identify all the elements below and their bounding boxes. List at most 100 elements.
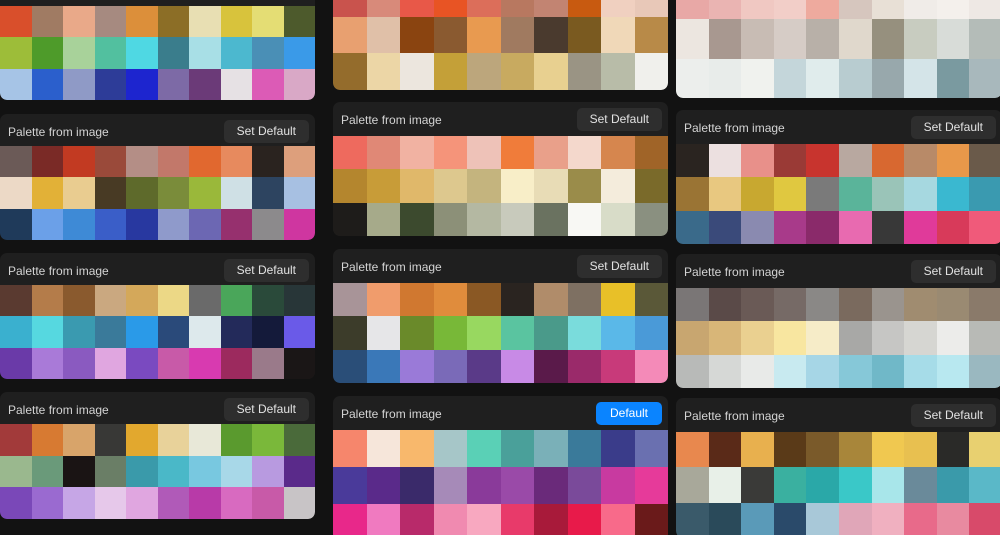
color-swatch[interactable]	[126, 68, 158, 100]
color-swatch[interactable]	[366, 202, 400, 236]
color-swatch[interactable]	[806, 321, 839, 355]
default-button[interactable]: Default	[596, 402, 662, 425]
color-swatch[interactable]	[63, 146, 95, 178]
color-swatch[interactable]	[467, 504, 501, 535]
color-swatch[interactable]	[433, 169, 467, 203]
color-swatch[interactable]	[94, 68, 126, 100]
color-swatch[interactable]	[676, 354, 709, 388]
color-swatch[interactable]	[806, 144, 839, 178]
color-swatch[interactable]	[467, 16, 501, 54]
color-swatch[interactable]	[31, 455, 63, 488]
color-swatch[interactable]	[31, 37, 63, 69]
color-swatch[interactable]	[500, 0, 534, 17]
color-swatch[interactable]	[400, 0, 434, 17]
color-swatch[interactable]	[433, 316, 467, 350]
color-swatch[interactable]	[741, 502, 774, 535]
color-swatch[interactable]	[936, 354, 970, 388]
color-swatch[interactable]	[676, 210, 709, 244]
color-swatch[interactable]	[708, 0, 742, 20]
color-swatch[interactable]	[94, 177, 126, 209]
color-swatch[interactable]	[634, 430, 668, 467]
color-swatch[interactable]	[838, 0, 872, 20]
color-swatch[interactable]	[252, 208, 284, 240]
color-swatch[interactable]	[467, 430, 501, 467]
color-swatch[interactable]	[904, 144, 937, 178]
color-swatch[interactable]	[634, 283, 668, 317]
color-swatch[interactable]	[400, 136, 434, 170]
color-swatch[interactable]	[567, 283, 601, 317]
color-swatch[interactable]	[838, 177, 872, 211]
color-swatch[interactable]	[94, 37, 126, 69]
color-swatch[interactable]	[126, 316, 158, 348]
color-swatch[interactable]	[94, 424, 126, 456]
color-swatch[interactable]	[871, 144, 905, 178]
color-swatch[interactable]	[534, 504, 568, 535]
color-swatch[interactable]	[969, 19, 1000, 59]
set-default-button[interactable]: Set Default	[910, 260, 996, 283]
color-swatch[interactable]	[433, 202, 467, 236]
color-swatch[interactable]	[601, 16, 635, 54]
color-swatch[interactable]	[871, 467, 905, 503]
color-swatch[interactable]	[773, 467, 807, 503]
color-swatch[interactable]	[708, 432, 742, 468]
color-swatch[interactable]	[333, 169, 367, 203]
color-swatch[interactable]	[252, 455, 284, 488]
color-swatch[interactable]	[500, 504, 534, 535]
color-swatch[interactable]	[366, 53, 400, 90]
color-swatch[interactable]	[283, 208, 315, 240]
color-swatch[interactable]	[534, 283, 568, 317]
color-swatch[interactable]	[31, 487, 63, 519]
color-swatch[interactable]	[467, 0, 501, 17]
color-swatch[interactable]	[0, 177, 32, 209]
color-swatch[interactable]	[838, 467, 872, 503]
color-swatch[interactable]	[252, 347, 284, 379]
color-swatch[interactable]	[333, 504, 367, 535]
color-swatch[interactable]	[773, 0, 807, 20]
color-swatch[interactable]	[871, 288, 905, 322]
color-swatch[interactable]	[871, 210, 905, 244]
color-swatch[interactable]	[773, 177, 807, 211]
color-swatch[interactable]	[904, 288, 937, 322]
color-swatch[interactable]	[0, 6, 32, 38]
color-swatch[interactable]	[806, 467, 839, 503]
color-swatch[interactable]	[634, 169, 668, 203]
color-swatch[interactable]	[126, 455, 158, 488]
color-swatch[interactable]	[567, 202, 601, 236]
color-swatch[interactable]	[773, 210, 807, 244]
color-swatch[interactable]	[63, 208, 95, 240]
color-swatch[interactable]	[94, 6, 126, 38]
color-swatch[interactable]	[220, 316, 252, 348]
set-default-button[interactable]: Set Default	[576, 108, 662, 131]
color-swatch[interactable]	[252, 487, 284, 519]
color-swatch[interactable]	[400, 349, 434, 383]
color-swatch[interactable]	[157, 68, 189, 100]
color-swatch[interactable]	[838, 432, 872, 468]
color-swatch[interactable]	[534, 349, 568, 383]
color-swatch[interactable]	[333, 136, 367, 170]
color-swatch[interactable]	[366, 467, 400, 504]
color-swatch[interactable]	[157, 316, 189, 348]
color-swatch[interactable]	[433, 0, 467, 17]
color-swatch[interactable]	[220, 347, 252, 379]
color-swatch[interactable]	[936, 502, 970, 535]
color-swatch[interactable]	[601, 202, 635, 236]
color-swatch[interactable]	[220, 487, 252, 519]
color-swatch[interactable]	[567, 504, 601, 535]
color-swatch[interactable]	[741, 354, 774, 388]
color-swatch[interactable]	[676, 144, 709, 178]
color-swatch[interactable]	[676, 0, 709, 20]
color-swatch[interactable]	[189, 285, 221, 317]
color-swatch[interactable]	[63, 347, 95, 379]
color-swatch[interactable]	[904, 58, 937, 98]
color-swatch[interactable]	[94, 487, 126, 519]
color-swatch[interactable]	[676, 288, 709, 322]
color-swatch[interactable]	[969, 321, 1000, 355]
color-swatch[interactable]	[157, 347, 189, 379]
color-swatch[interactable]	[741, 0, 774, 20]
color-swatch[interactable]	[333, 316, 367, 350]
color-swatch[interactable]	[366, 349, 400, 383]
color-swatch[interactable]	[63, 6, 95, 38]
color-swatch[interactable]	[871, 177, 905, 211]
color-swatch[interactable]	[0, 487, 32, 519]
color-swatch[interactable]	[567, 53, 601, 90]
